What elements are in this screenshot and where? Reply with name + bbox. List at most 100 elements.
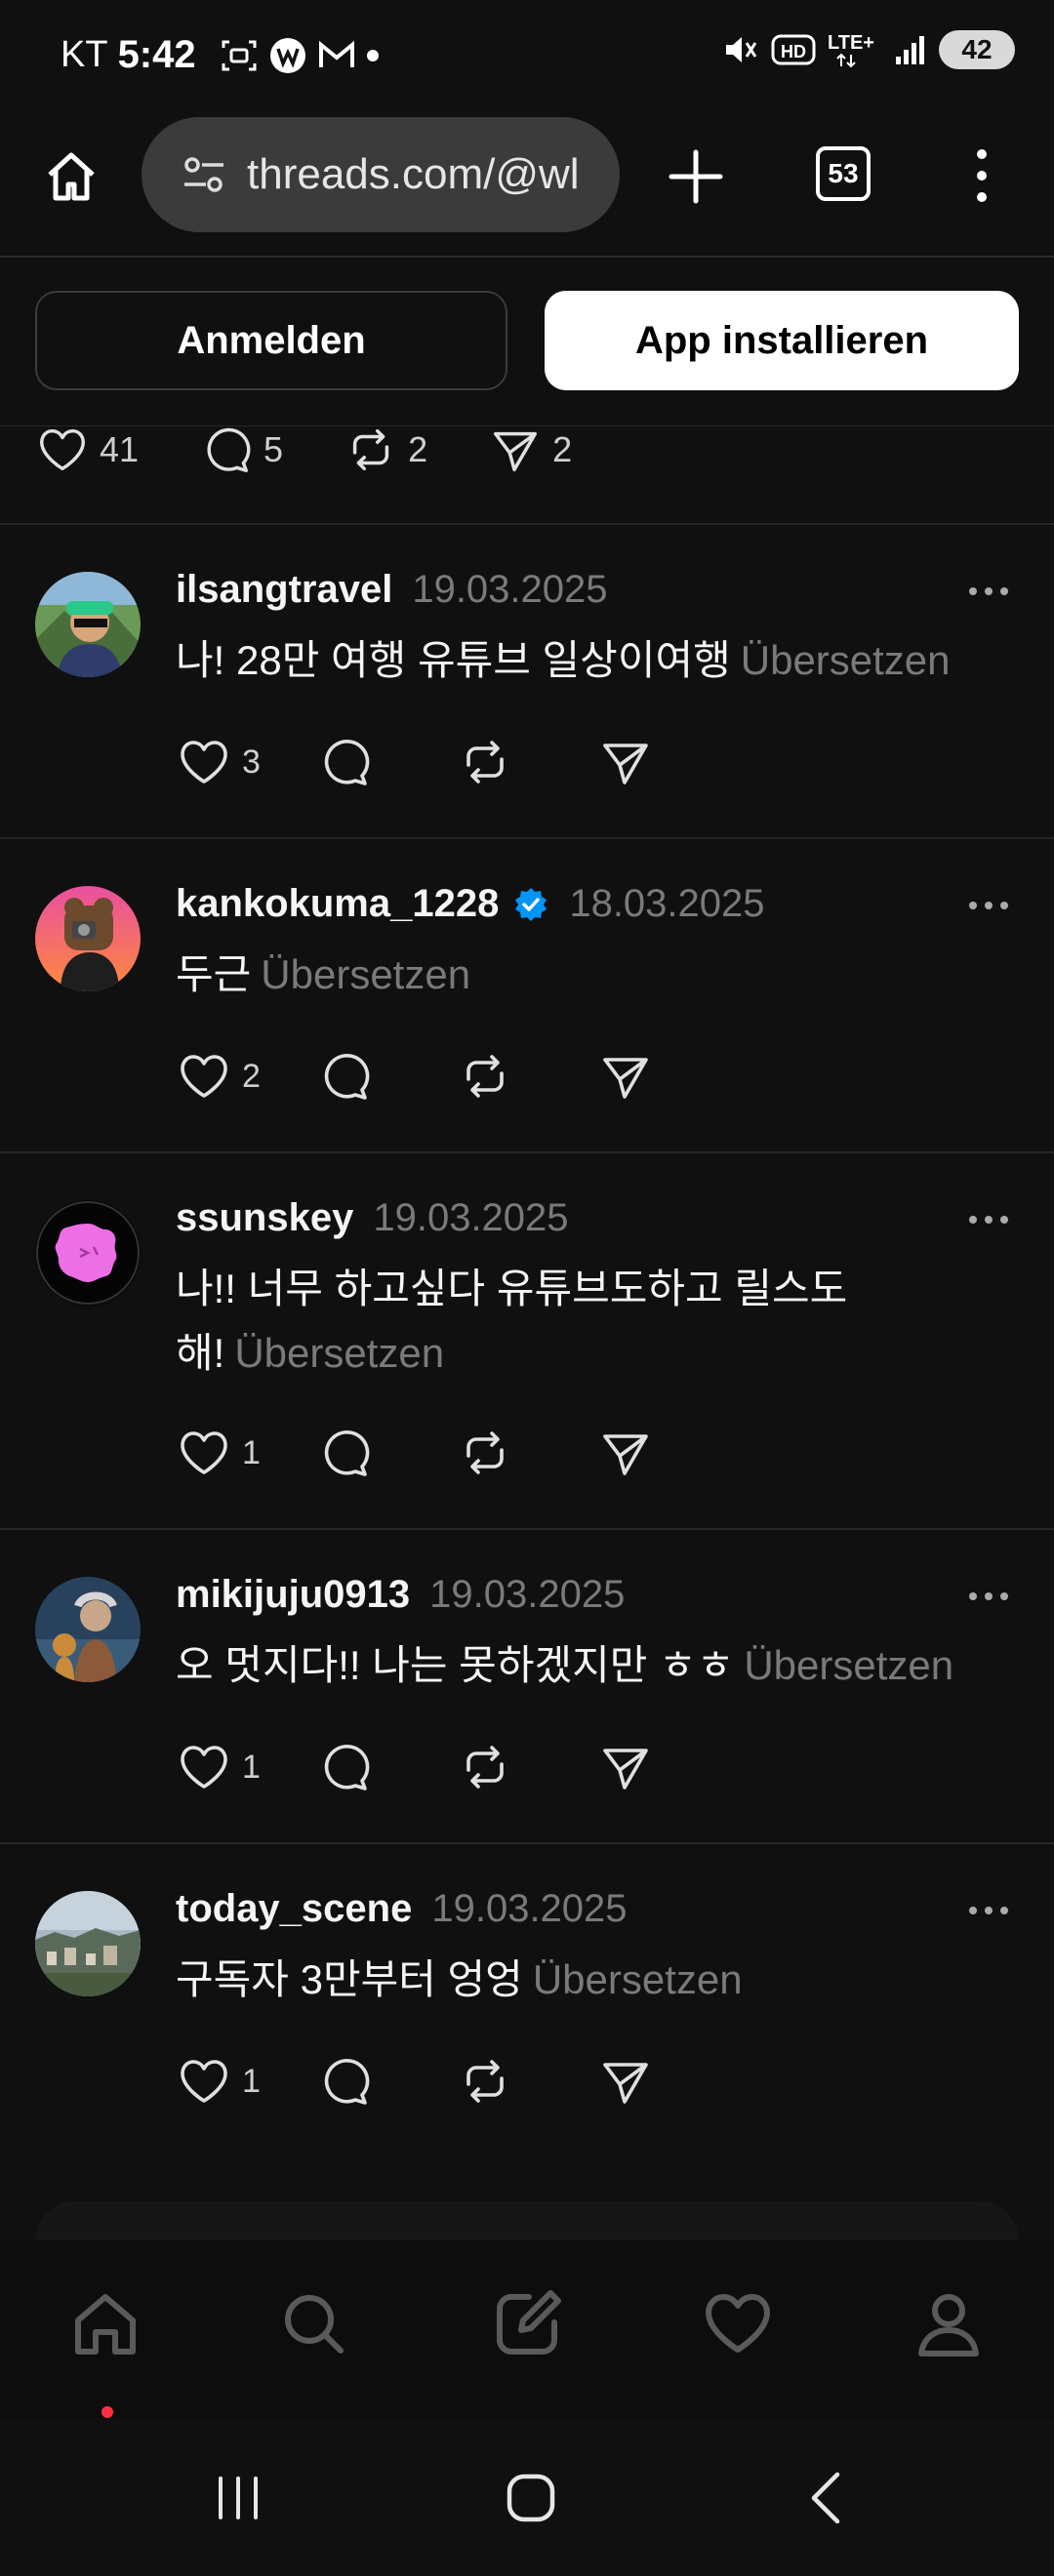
repost-button[interactable] xyxy=(457,1425,597,1481)
like-button[interactable]: 1 xyxy=(176,1425,316,1481)
send-icon xyxy=(603,744,648,785)
reply-action[interactable]: 5 xyxy=(199,423,283,477)
avatar[interactable] xyxy=(35,1577,141,1682)
avatar[interactable] xyxy=(35,572,141,677)
send-icon xyxy=(603,2063,648,2104)
hd-label: HD xyxy=(781,42,806,61)
network-label: LTE+ xyxy=(828,32,874,54)
reply-button[interactable] xyxy=(316,1425,457,1481)
translate-link[interactable]: Übersetzen xyxy=(234,1330,444,1376)
heart-icon xyxy=(181,1746,227,1789)
repost-button[interactable] xyxy=(457,1739,597,1795)
post-item[interactable]: ssunskey 19.03.2025 나!! 너무 하고싶다 유튜브도하고 릴… xyxy=(0,1153,1054,1528)
post-username[interactable]: ilsangtravel xyxy=(176,568,392,612)
share-button[interactable] xyxy=(597,2053,738,2110)
comment-icon xyxy=(324,1429,370,1476)
reply-button[interactable] xyxy=(316,1739,457,1795)
heart-icon xyxy=(181,1431,227,1474)
activity-heart-icon xyxy=(706,2294,770,2353)
lte-icon: LTE+ xyxy=(828,32,874,68)
repost-action[interactable]: 2 xyxy=(344,423,427,477)
translate-link[interactable]: Übersetzen xyxy=(744,1642,953,1688)
reply-button[interactable] xyxy=(316,2053,457,2110)
post-item[interactable]: ilsangtravel 19.03.2025 나! 28만 여행 유튜브 일상… xyxy=(0,525,1054,837)
comment-icon xyxy=(324,1744,370,1791)
share-button[interactable] xyxy=(597,1048,738,1105)
reply-button[interactable] xyxy=(316,1048,457,1105)
status-bar: KT 5:42 HD LTE+ 42 xyxy=(0,0,1054,109)
like-button[interactable]: 2 xyxy=(176,1048,316,1105)
share-button[interactable] xyxy=(597,1739,738,1795)
like-button[interactable]: 1 xyxy=(176,1739,316,1795)
login-button[interactable]: Anmelden xyxy=(35,291,507,390)
repost-icon xyxy=(466,1746,504,1789)
hd-icon: HD xyxy=(771,34,816,65)
post-date: 19.03.2025 xyxy=(373,1196,569,1239)
like-count: 41 xyxy=(100,429,140,469)
translate-link[interactable]: Übersetzen xyxy=(261,951,470,997)
browser-menu-button[interactable] xyxy=(962,146,1001,205)
notification-dot-icon xyxy=(366,49,379,61)
tab-switcher-button[interactable]: 53 xyxy=(816,146,871,201)
new-tab-button[interactable] xyxy=(664,144,728,209)
avatar[interactable] xyxy=(35,886,141,991)
post-item[interactable]: kankokuma_1228 18.03.2025 두근 Übersetzen 2 xyxy=(0,839,1054,1151)
post-username[interactable]: today_scene xyxy=(176,1887,412,1931)
repost-button[interactable] xyxy=(457,734,597,790)
carrier-label: KT xyxy=(61,34,108,75)
recent-apps-button[interactable] xyxy=(209,2469,267,2527)
repost-button[interactable] xyxy=(457,1048,597,1105)
url-text: threads.com/@wl xyxy=(247,150,580,198)
post-item[interactable]: mikijuju0913 19.03.2025 오 멋지다!! 나는 못하겠지만… xyxy=(0,1530,1054,1842)
post-item[interactable]: today_scene 19.03.2025 구독자 3만부터 엉엉 Überse… xyxy=(0,1844,1054,2156)
post-text: 오 멋지다!! 나는 못하겠지만 ㅎㅎ Übersetzen xyxy=(176,1633,976,1698)
app-w-icon xyxy=(269,37,305,73)
translate-link[interactable]: Übersetzen xyxy=(533,1956,743,2002)
repost-icon xyxy=(466,1055,504,1098)
post-username[interactable]: kankokuma_1228 xyxy=(176,882,499,926)
share-button[interactable] xyxy=(597,734,738,790)
auth-bar: Anmelden App installieren xyxy=(0,258,1054,426)
like-count: 1 xyxy=(242,2062,261,2100)
repost-button[interactable] xyxy=(457,2053,597,2110)
avatar[interactable] xyxy=(35,1200,141,1306)
more-options-icon[interactable] xyxy=(966,1210,1011,1229)
back-button[interactable] xyxy=(798,2469,857,2527)
system-home-button[interactable] xyxy=(502,2469,560,2527)
more-options-icon[interactable] xyxy=(966,1587,1011,1606)
install-app-button[interactable]: App installieren xyxy=(545,291,1019,390)
nav-profile[interactable] xyxy=(910,2285,988,2363)
share-button[interactable] xyxy=(597,1425,738,1481)
avatar[interactable] xyxy=(35,1891,141,1996)
site-settings-icon[interactable] xyxy=(182,153,225,196)
translate-link[interactable]: Übersetzen xyxy=(741,637,951,683)
nav-search[interactable] xyxy=(275,2285,353,2363)
more-options-icon[interactable] xyxy=(966,582,1011,601)
post-username[interactable]: mikijuju0913 xyxy=(176,1573,410,1617)
heart-icon xyxy=(181,1055,227,1098)
post-username[interactable]: ssunskey xyxy=(176,1196,353,1240)
like-button[interactable]: 3 xyxy=(176,734,316,790)
nav-compose[interactable] xyxy=(488,2285,566,2363)
more-options-icon[interactable] xyxy=(966,896,1011,915)
post-date: 19.03.2025 xyxy=(431,1887,628,1930)
repost-icon xyxy=(466,1431,504,1474)
browser-home-button[interactable] xyxy=(37,142,105,211)
share-action[interactable]: 2 xyxy=(488,423,572,477)
like-button[interactable]: 1 xyxy=(176,2053,316,2110)
like-count: 1 xyxy=(242,1748,261,1786)
profile-icon xyxy=(918,2294,979,2356)
heart-icon xyxy=(181,2060,227,2103)
more-options-icon[interactable] xyxy=(966,1901,1011,1920)
heart-icon xyxy=(181,741,227,784)
reply-button[interactable] xyxy=(316,734,457,790)
like-action[interactable]: 41 xyxy=(35,423,139,477)
nav-home[interactable] xyxy=(66,2285,144,2363)
address-bar[interactable]: threads.com/@wl xyxy=(142,117,620,232)
comment-icon xyxy=(324,2058,370,2105)
post-body: 두근 xyxy=(176,951,252,997)
previous-post-actions: 41 5 2 2 xyxy=(35,416,632,484)
nav-activity[interactable] xyxy=(699,2285,777,2363)
avatar-image xyxy=(35,1200,141,1306)
search-icon xyxy=(285,2295,344,2354)
